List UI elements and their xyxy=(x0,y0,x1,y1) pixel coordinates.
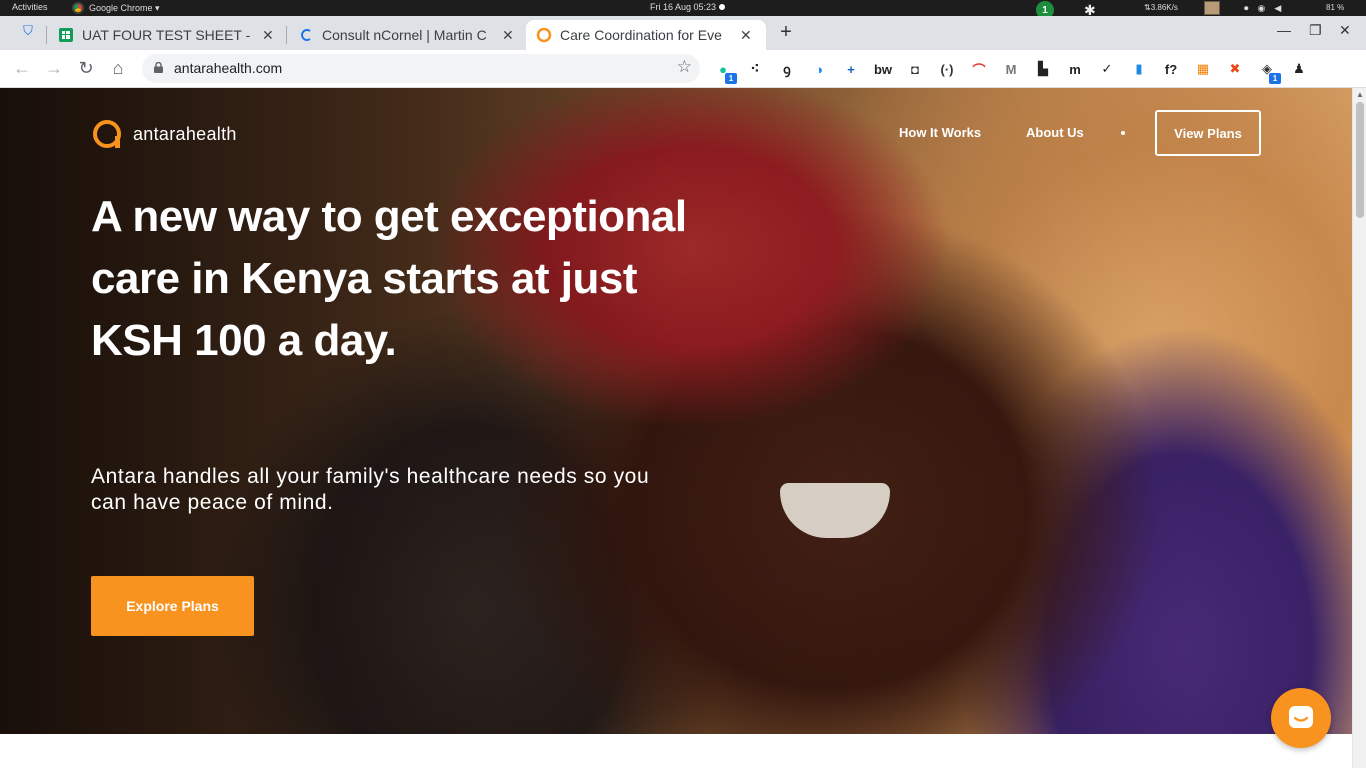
chat-launcher-button[interactable] xyxy=(1271,688,1331,748)
extension-badge: 1 xyxy=(725,73,737,84)
app-name: Google Chrome ▾ xyxy=(89,2,160,13)
stop-extension-icon[interactable]: ✖ xyxy=(1226,60,1244,78)
bookmark-star-icon[interactable]: ☆ xyxy=(677,57,692,77)
m-italic-extension-icon[interactable]: m xyxy=(1066,60,1084,78)
tab-separator xyxy=(46,26,47,44)
nav-about-us[interactable]: About Us xyxy=(1026,125,1084,140)
system-top-bar: Activities Google Chrome ▾ Fri 16 Aug 05… xyxy=(0,0,1366,19)
explore-plans-button[interactable]: Explore Plans xyxy=(91,576,254,636)
tab-label: Care Coordination for Eve xyxy=(560,27,722,43)
home-button[interactable]: ⌂ xyxy=(107,58,129,79)
close-window-button[interactable]: ✕ xyxy=(1339,22,1351,39)
url-text: antarahealth.com xyxy=(174,60,283,76)
view-plans-button[interactable]: View Plans xyxy=(1155,110,1261,156)
dots-extension-icon[interactable]: ⁖ xyxy=(746,60,764,78)
doc-extension-icon[interactable]: ▙ xyxy=(1034,60,1052,78)
notification-dot-icon xyxy=(719,4,726,10)
gnome-extension-icon[interactable]: ꝯ xyxy=(778,60,796,78)
rainbow-extension-icon[interactable]: ⌒ xyxy=(970,60,988,78)
logo-text: antarahealth xyxy=(133,123,237,144)
consult-favicon-icon xyxy=(298,27,314,43)
lock-icon xyxy=(154,62,163,73)
bw-extension-icon[interactable]: bw xyxy=(874,60,892,78)
nav-dot xyxy=(1121,131,1125,135)
tab-search-icon[interactable]: ⛉ xyxy=(17,23,39,39)
tab-strip: ⛉ UAT FOUR TEST SHEET - G ✕ Consult nCor… xyxy=(0,16,1366,50)
hero-image xyxy=(0,88,1352,734)
status-icons[interactable]: ⏺◉◀ xyxy=(1244,3,1290,14)
hero-headline: A new way to get exceptional care in Ken… xyxy=(91,192,687,365)
web-page: antarahealth How It Works About Us View … xyxy=(0,88,1352,768)
address-bar[interactable]: antarahealth.com ☆ xyxy=(142,54,700,83)
plus-extension-icon[interactable]: + xyxy=(842,60,860,78)
profile-extension-icon[interactable]: ♟ xyxy=(1290,60,1308,78)
note-extension-icon[interactable]: ◘ xyxy=(906,60,924,78)
tab-care-coordination[interactable]: Care Coordination for Eve ✕ xyxy=(526,20,766,50)
chat-icon xyxy=(1289,706,1313,728)
nav-how-it-works[interactable]: How It Works xyxy=(899,125,981,140)
new-tab-button[interactable]: + xyxy=(775,21,797,44)
grid-extension-icon[interactable]: ▦ xyxy=(1194,60,1212,78)
code-extension-icon[interactable]: (·) xyxy=(938,60,956,78)
tab-label: Consult nCornel | Martin C xyxy=(322,27,487,43)
box-extension-icon[interactable]: ◈ 1 xyxy=(1258,60,1281,84)
formula-extension-icon[interactable]: f? xyxy=(1162,60,1180,78)
check-extension-icon[interactable]: ✓ xyxy=(1098,60,1116,78)
activities-button[interactable]: Activities xyxy=(12,2,48,12)
clock-text: Fri 16 Aug 05:23 xyxy=(650,2,717,12)
tab-consult[interactable]: Consult nCornel | Martin C ✕ xyxy=(288,20,524,50)
reload-button[interactable]: ↻ xyxy=(75,58,97,79)
clock[interactable]: Fri 16 Aug 05:23 xyxy=(650,2,726,12)
antara-favicon-icon xyxy=(536,27,552,43)
antara-logo[interactable]: antarahealth xyxy=(91,118,237,150)
chrome-icon xyxy=(72,2,84,14)
close-tab-icon[interactable]: ✕ xyxy=(740,27,752,44)
tab-uat-sheet[interactable]: UAT FOUR TEST SHEET - G ✕ xyxy=(48,20,284,50)
network-speed: ⇅3.86K/s xyxy=(1144,3,1178,12)
app-menu[interactable]: Google Chrome ▾ xyxy=(72,2,160,14)
sheets-icon xyxy=(58,27,74,43)
tab-separator xyxy=(286,26,287,44)
grammarly-extension-icon[interactable]: ● 1 xyxy=(714,60,737,84)
forward-button[interactable]: → xyxy=(43,58,65,79)
battery-level: 81 % xyxy=(1326,3,1345,12)
m-circle-extension-icon[interactable]: M xyxy=(1002,60,1020,78)
scroll-up-icon[interactable]: ▲ xyxy=(1356,90,1364,99)
site-nav: antarahealth How It Works About Us View … xyxy=(0,88,1352,178)
package-icon[interactable] xyxy=(1204,1,1220,15)
restore-button[interactable]: ❐ xyxy=(1309,22,1322,39)
page-scrollbar[interactable]: ▲ xyxy=(1352,88,1366,768)
close-tab-icon[interactable]: ✕ xyxy=(262,27,274,44)
bookmark-extension-icon[interactable]: ▮ xyxy=(1130,60,1148,78)
tab-label: UAT FOUR TEST SHEET - G xyxy=(82,27,254,43)
hero-subheadline: Antara handles all your family's healthc… xyxy=(91,465,650,514)
close-tab-icon[interactable]: ✕ xyxy=(502,27,514,44)
browser-toolbar: ← → ↻ ⌂ antarahealth.com ☆ ● 1 ⁖ ꝯ ◑ + bw ◘ (·) ⌒… xyxy=(0,50,1366,88)
minimize-button[interactable]: — xyxy=(1277,22,1291,38)
speed-extension-icon[interactable]: ◑ xyxy=(810,60,828,78)
back-button[interactable]: ← xyxy=(11,58,33,79)
antara-ring-icon xyxy=(93,120,121,148)
scrollbar-thumb[interactable] xyxy=(1356,102,1364,218)
extension-badge: 1 xyxy=(1269,73,1281,84)
